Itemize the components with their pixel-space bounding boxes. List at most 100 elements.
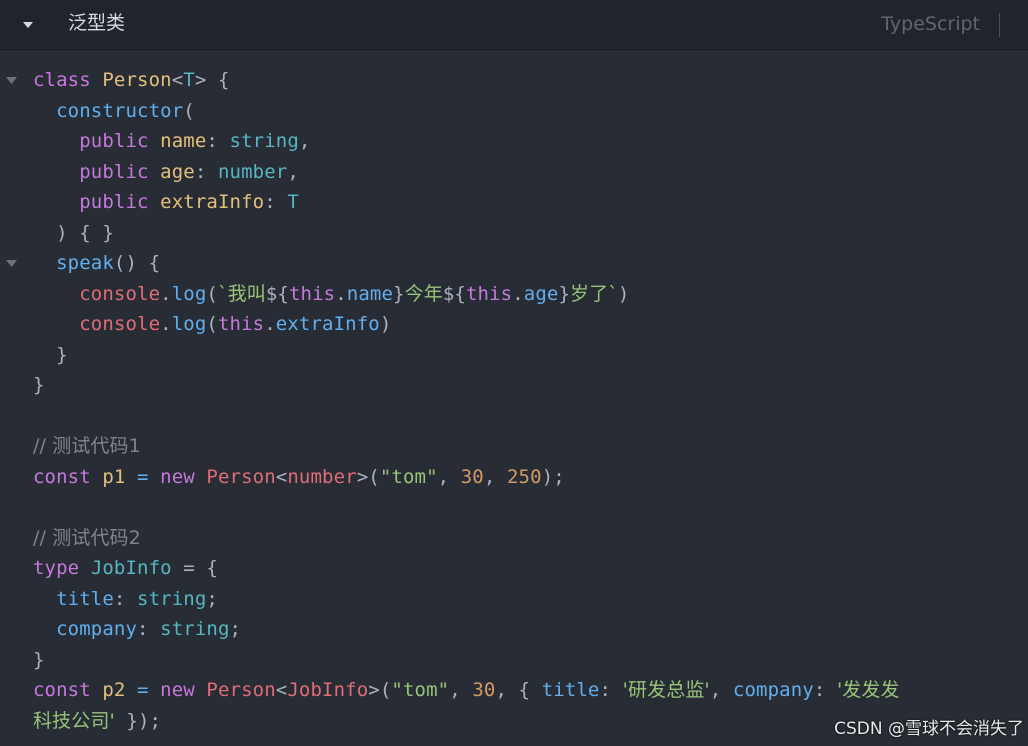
indent-token (33, 588, 56, 610)
punct-token: ; (229, 618, 242, 640)
code-line-20: } (0, 645, 1028, 675)
punct-token: ${ (442, 282, 466, 305)
param-token: name (160, 130, 207, 152)
punct-token: . (264, 313, 276, 335)
string-token: 今年 (404, 282, 443, 305)
punct-token: } (33, 374, 45, 396)
punct-token: ( (206, 313, 218, 335)
property-token: name (346, 282, 394, 305)
keyword-token: public (79, 130, 149, 152)
code-line-13: // 测试代码1 (0, 431, 1028, 461)
punct-token: }); (114, 709, 162, 732)
variable-token: p2 (102, 679, 126, 701)
class-name-token: Person (206, 679, 276, 701)
property-token: company (56, 618, 138, 640)
type-token: JobInfo (287, 679, 369, 701)
code-text: 科技公司' }); (33, 706, 161, 736)
code-text: title: string; (33, 584, 218, 614)
code-editor[interactable]: class Person<T> { constructor( public na… (0, 65, 1028, 746)
code-text: public extraInfo: T (33, 187, 299, 217)
punct-token: : (813, 679, 837, 701)
class-name-token: Person (206, 465, 276, 488)
function-token: speak (56, 252, 114, 274)
type-token: number (217, 160, 288, 183)
comment-token: // 测试代码1 (33, 435, 141, 457)
code-line-2: constructor( (0, 96, 1028, 126)
type-token: string (137, 587, 207, 610)
punct-token: ); (541, 465, 565, 488)
function-token: constructor (56, 99, 184, 122)
code-text: type JobInfo = { (33, 553, 218, 583)
code-text: public name: string, (33, 126, 310, 156)
snippet-title: 泛型类 (68, 12, 126, 34)
punct-token: } (558, 282, 571, 305)
code-line-9: console.log(this.extraInfo) (0, 309, 1028, 339)
indent-token (33, 191, 79, 213)
indent-token (33, 283, 79, 305)
punct-token: ( (379, 679, 392, 701)
keyword-token: type (33, 557, 80, 579)
code-line-16: // 测试代码2 (0, 523, 1028, 553)
property-token: title (541, 679, 600, 701)
code-text: console.log(`我叫${this.name}今年${this.age}… (33, 279, 629, 309)
string-token: '研发总监' (622, 679, 710, 701)
code-text: company: string; (33, 614, 241, 644)
punct-token: < (275, 679, 288, 701)
snippet-header: 泛型类 TypeScript (0, 0, 1028, 50)
punct-token: , (287, 160, 299, 183)
param-token: age (160, 160, 195, 183)
punct-token: } (393, 282, 405, 305)
indent-token (33, 161, 79, 183)
punct-token: , (437, 465, 461, 488)
code-text: // 测试代码1 (33, 431, 141, 461)
string-token: `我叫 (217, 282, 266, 305)
object-token: console (79, 282, 161, 305)
punct-token: > { (194, 69, 230, 91)
code-text: constructor( (33, 96, 195, 126)
number-token: 30 (460, 465, 484, 488)
property-token: company (732, 679, 814, 701)
watermark: CSDN @雪球不会消失了 (834, 719, 1024, 739)
code-line-4: public age: number, (0, 157, 1028, 187)
string-token: '发发发 (836, 679, 900, 701)
fold-triangle-icon[interactable] (6, 259, 17, 268)
language-label[interactable]: TypeScript (881, 12, 980, 36)
code-text: const p1 = new Person<number>("tom", 30,… (33, 462, 565, 492)
punct-token: } (33, 343, 68, 366)
fold-triangle-icon[interactable] (6, 76, 17, 85)
operator-token: = (125, 465, 161, 488)
code-line-14: const p1 = new Person<number>("tom", 30,… (0, 462, 1028, 492)
code-line-17: type JobInfo = { (0, 553, 1028, 583)
operator-token: = (125, 679, 161, 701)
code-line-11: } (0, 370, 1028, 400)
keyword-token: this (288, 282, 336, 305)
punct-token: . (512, 282, 524, 305)
code-text: console.log(this.extraInfo) (33, 309, 391, 339)
param-token: extraInfo (160, 191, 265, 213)
punct-token: ( (368, 465, 380, 488)
keyword-token: public (79, 191, 149, 213)
property-token: title (56, 587, 114, 610)
punct-token: : (194, 160, 218, 183)
punct-token: , (709, 679, 733, 701)
code-text: } (33, 370, 45, 400)
punct-token: : (206, 130, 230, 152)
type-token: string (229, 130, 299, 152)
chevron-down-icon[interactable] (19, 16, 37, 34)
code-line-1: class Person<T> { (0, 65, 1028, 95)
punct-token: : (599, 679, 623, 701)
punct-token: , (449, 679, 473, 701)
punct-token: . (160, 282, 172, 305)
code-line-19: company: string; (0, 614, 1028, 644)
keyword-token: const (33, 679, 91, 701)
indent-token (33, 313, 79, 335)
code-text: ) { } (33, 218, 114, 248)
code-line-18: title: string; (0, 584, 1028, 614)
